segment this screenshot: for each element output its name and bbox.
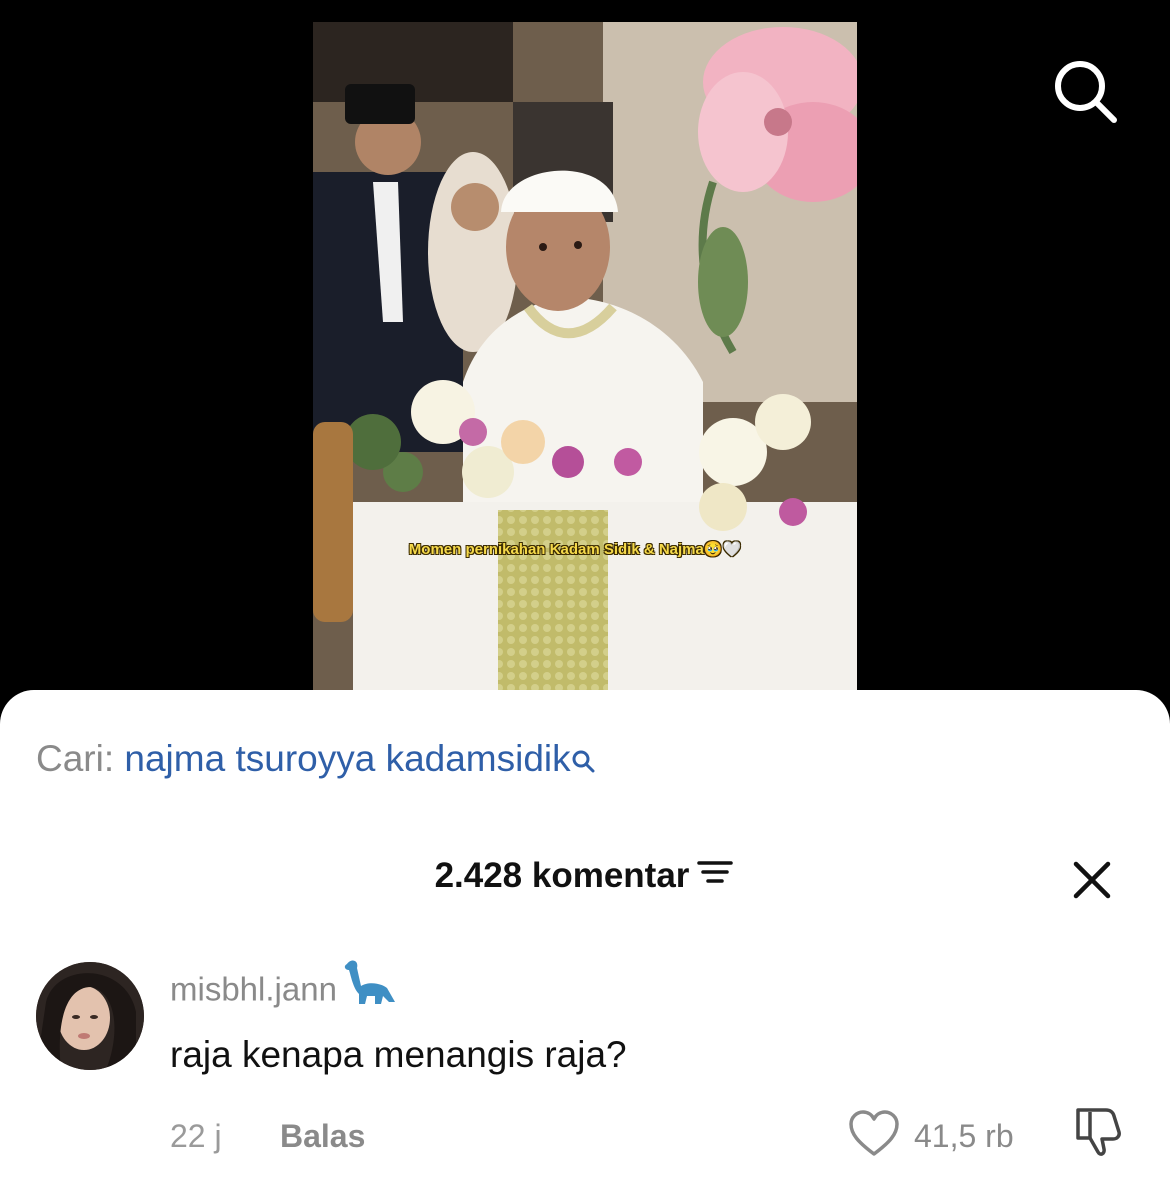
- comments-sheet: Cari: najma tsuroyya kadamsidik 2.428 ko…: [0, 690, 1170, 1179]
- chair: [313, 422, 353, 622]
- comment-username[interactable]: misbhl.jann: [170, 960, 397, 1016]
- background-woman: [428, 152, 518, 352]
- reply-button[interactable]: Balas: [280, 1118, 365, 1155]
- close-icon: [1073, 861, 1111, 899]
- like-button[interactable]: [848, 1108, 900, 1160]
- video-still: [313, 22, 857, 692]
- sort-icon[interactable]: [695, 856, 735, 896]
- heart-icon: [849, 1110, 899, 1156]
- video-frame[interactable]: Momen pernikahan Kadam Sidik & Najma🥹🤍: [313, 22, 857, 692]
- search-icon: [1055, 61, 1117, 123]
- thumbs-down-icon: [1076, 1108, 1121, 1156]
- dinosaur-emoji: [341, 958, 397, 1016]
- search-suggestion[interactable]: Cari: najma tsuroyya kadamsidik: [36, 738, 597, 784]
- ceremony-table: [353, 502, 857, 692]
- search-icon: [571, 742, 597, 784]
- avatar[interactable]: [36, 962, 144, 1070]
- comment-text: raja kenapa menangis raja?: [170, 1034, 627, 1075]
- dislike-button[interactable]: [1070, 1104, 1126, 1160]
- search-suggestion-query[interactable]: najma tsuroyya kadamsidik: [124, 738, 570, 779]
- like-count: 41,5 rb: [914, 1118, 1014, 1154]
- comment-time: 22 j: [170, 1118, 222, 1154]
- comments-header: 2.428 komentar: [0, 856, 1170, 896]
- search-suggestion-prefix: Cari:: [36, 738, 115, 779]
- avatar-image: [36, 962, 144, 1070]
- comments-count-title: 2.428 komentar: [434, 856, 690, 895]
- username-text[interactable]: misbhl.jann: [170, 971, 337, 1008]
- search-button[interactable]: [1050, 56, 1122, 128]
- close-button[interactable]: [1068, 856, 1116, 904]
- video-caption: Momen pernikahan Kadam Sidik & Najma🥹🤍: [408, 541, 742, 558]
- video-area[interactable]: Momen pernikahan Kadam Sidik & Najma🥹🤍: [0, 0, 1170, 720]
